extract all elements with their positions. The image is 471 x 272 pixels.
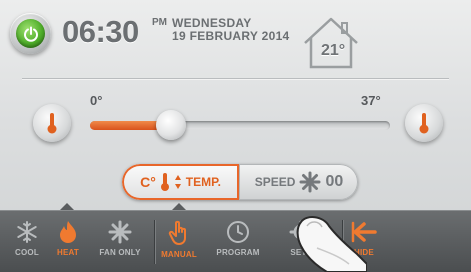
- temp-unit-toggle[interactable]: C° TEMP.: [122, 164, 240, 200]
- power-button[interactable]: [10, 13, 51, 54]
- temperature-down-button[interactable]: [33, 104, 71, 142]
- fan-speed-control[interactable]: SPEED 00: [240, 164, 358, 200]
- slider-max-label: 37°: [361, 93, 381, 108]
- thermometer-low-icon: [47, 113, 57, 134]
- tab-cool[interactable]: COOL: [6, 210, 48, 272]
- tab-manual[interactable]: MANUAL: [156, 210, 202, 272]
- tab-program[interactable]: PROGRAM: [208, 210, 268, 272]
- power-icon: [16, 19, 45, 48]
- unit-label: C°: [140, 174, 156, 190]
- mode-control-pill: C° TEMP. SPEED 00: [122, 164, 358, 200]
- tab-heat-label: HEAT: [57, 248, 79, 257]
- hand-pointer-icon: [168, 220, 186, 245]
- finger-pointer-image: [296, 216, 367, 272]
- clock-icon: [227, 221, 249, 243]
- speed-value: 00: [325, 173, 344, 190]
- speed-label: SPEED: [254, 175, 296, 189]
- clock-ampm: PM: [152, 17, 167, 28]
- tab-fan-only[interactable]: FAN ONLY: [90, 210, 150, 272]
- active-control-notch: [172, 203, 186, 210]
- fan-icon: [299, 171, 321, 193]
- temperature-up-button[interactable]: [405, 104, 443, 142]
- flame-icon: [60, 221, 76, 243]
- thermostat-screen: 06:30 PM WEDNESDAY 19 FEBRUARY 2014 21° …: [0, 0, 471, 272]
- snowflake-icon: [17, 221, 37, 243]
- temperature-slider-handle[interactable]: [156, 110, 186, 140]
- slider-min-label: 0°: [90, 93, 103, 108]
- tab-heat[interactable]: HEAT: [48, 210, 88, 272]
- thermometer-high-icon: [419, 113, 429, 134]
- up-down-arrows-icon: [174, 175, 181, 189]
- temp-label: TEMP.: [185, 175, 221, 189]
- indoor-temperature: 21°: [321, 42, 346, 59]
- clock-day: WEDNESDAY: [172, 16, 252, 30]
- tab-manual-label: MANUAL: [161, 250, 197, 259]
- thermometer-icon: [160, 173, 169, 191]
- divider: [22, 78, 449, 79]
- clock-time: 06:30: [62, 14, 139, 49]
- clock-date: 19 FEBRUARY 2014: [172, 29, 290, 43]
- tab-separator: [154, 220, 155, 264]
- tab-cool-label: COOL: [15, 248, 39, 257]
- tab-fan-only-label: FAN ONLY: [99, 248, 141, 257]
- tab-program-label: PROGRAM: [216, 248, 260, 257]
- mode-tab-bar: COOL HEAT FAN ONLY MANUAL PROGRAM SETT H…: [0, 203, 471, 272]
- temperature-slider-track[interactable]: [90, 121, 390, 130]
- active-mode-notch: [60, 203, 74, 210]
- fan-icon: [108, 220, 132, 244]
